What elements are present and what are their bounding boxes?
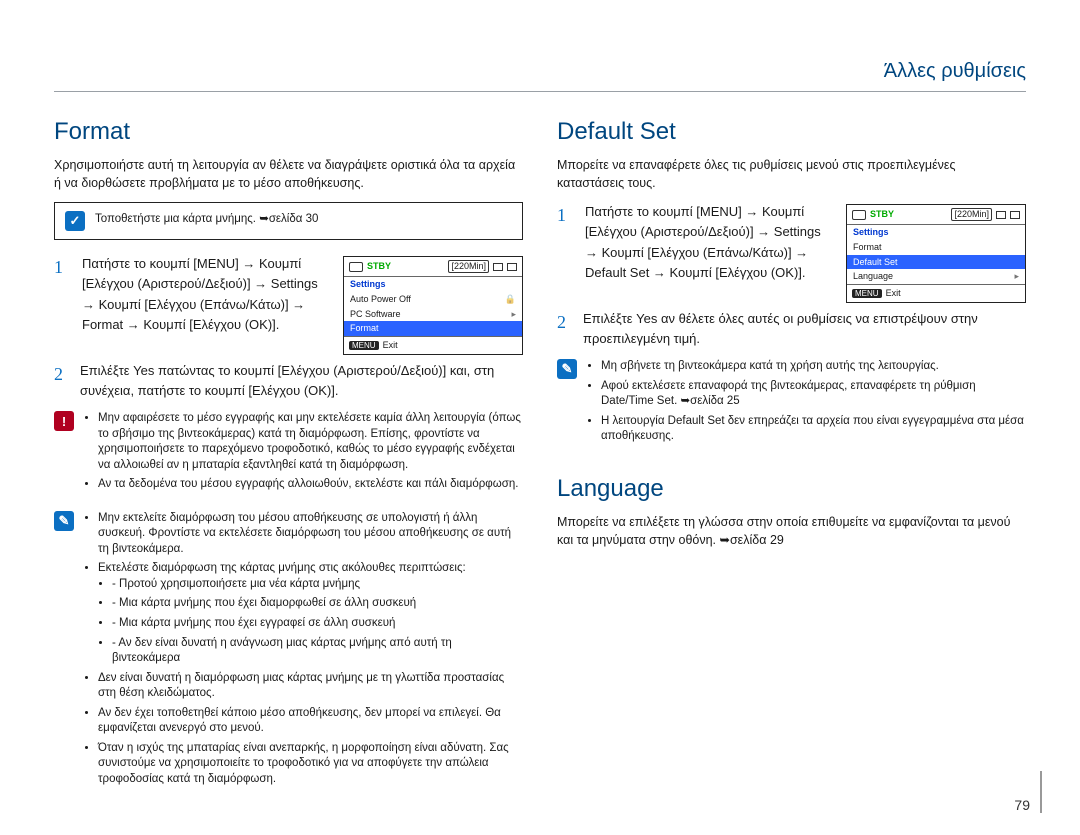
info-subitem: Μια κάρτα μνήμης που έχει διαμορφωθεί σε… [112,596,523,612]
language-intro: Μπορείτε να επιλέξετε τη γλώσσα στην οπο… [557,513,1026,549]
lock-icon: 🔒 [505,294,516,305]
stby-label: STBY [367,261,391,272]
lcd-row-2-selected: Format [344,321,522,336]
warning-icon: ! [54,411,74,431]
page-number: 79 [1014,771,1042,813]
card-icon [493,263,503,271]
insert-card-text: Τοποθετήστε μια κάρτα μνήμης. ➥σελίδα 30 [95,211,318,225]
format-warning: ! Μην αφαιρέσετε το μέσο εγγραφής και μη… [54,411,523,497]
format-step1: Πατήστε το κουμπί [MENU] → Κουμπί [Ελέγχ… [82,254,331,335]
lcd-header: Settings [344,277,522,292]
step-number-1: 1 [54,254,70,282]
mode-icon [852,210,866,220]
warn-item: Μην αφαιρέσετε το μέσο εγγραφής και μην … [98,411,523,473]
rec-time: [220Min] [951,208,992,221]
info-item: Αν δεν έχει τοποθετηθεί κάποιο μέσο αποθ… [98,706,523,737]
info-item: Όταν η ισχύς της μπαταρίας είναι ανεπαρκ… [98,741,523,788]
lcd-header: Settings [847,225,1025,240]
chevron-right-icon: ▸ [1014,271,1019,282]
info-icon: ✎ [54,511,74,531]
lcd-row-0: Format [847,240,1025,255]
format-step2: Επιλέξτε Yes πατώντας το κουμπί [Ελέγχου… [80,361,523,401]
exit-label: Exit [383,340,398,351]
step-number-2: 2 [54,361,70,401]
language-heading: Language [557,475,1026,503]
info-item: Μη σβήνετε τη βιντεοκάμερα κατά τη χρήση… [601,359,1026,375]
info-item: Δεν είναι δυνατή η διαμόρφωση μιας κάρτα… [98,671,523,702]
battery-icon [1010,211,1020,219]
defaultset-step2: Επιλέξτε Yes αν θέλετε όλες αυτές οι ρυθ… [583,309,1026,349]
defaultset-step1: Πατήστε το κουμπί [MENU] → Κουμπί [Ελέγχ… [585,202,834,283]
menu-button-label: MENU [349,341,379,351]
lcd-row-1: PC Software▸ [344,307,522,322]
format-intro: Χρησιμοποιήστε αυτή τη λειτουργία αν θέλ… [54,156,523,192]
info-item: Μην εκτελείτε διαμόρφωση του μέσου αποθή… [98,511,523,558]
lcd-row-1-selected: Default Set [847,255,1025,270]
defaultset-heading: Default Set [557,118,1026,146]
info-subitem: Προτού χρησιμοποιήσετε μια νέα κάρτα μνή… [112,577,523,593]
lcd-defaultset: STBY [220Min] Settings Format Default Se… [846,204,1026,303]
exit-label: Exit [886,288,901,299]
stby-label: STBY [870,209,894,220]
lcd-format: STBY [220Min] Settings Auto Power Off🔒 P… [343,256,523,355]
battery-icon [507,263,517,271]
rec-time: [220Min] [448,260,489,273]
defaultset-intro: Μπορείτε να επαναφέρετε όλες τις ρυθμίσε… [557,156,1026,192]
note-icon: ✓ [65,211,85,231]
card-icon [996,211,1006,219]
defaultset-info: ✎ Μη σβήνετε τη βιντεοκάμερα κατά τη χρή… [557,359,1026,449]
lcd-row-2: Language▸ [847,269,1025,284]
running-head: Άλλες ρυθμίσεις [54,60,1026,92]
menu-button-label: MENU [852,289,882,299]
info-item: Εκτελέστε διαμόρφωση της κάρτας μνήμης σ… [98,561,523,666]
step-number-2: 2 [557,309,573,349]
insert-card-note: ✓ Τοποθετήστε μια κάρτα μνήμης. ➥σελίδα … [54,202,523,240]
info-subitem: Μια κάρτα μνήμης που έχει εγγραφεί σε άλ… [112,616,523,632]
lcd-row-0: Auto Power Off🔒 [344,292,522,307]
info-icon: ✎ [557,359,577,379]
step-number-1: 1 [557,202,573,230]
warn-item: Αν τα δεδομένα του μέσου εγγραφής αλλοιω… [98,477,523,493]
format-heading: Format [54,118,523,146]
chevron-right-icon: ▸ [511,309,516,320]
format-info: ✎ Μην εκτελείτε διαμόρφωση του μέσου απο… [54,511,523,791]
mode-icon [349,262,363,272]
info-item: Αφού εκτελέσετε επαναφορά της βιντεοκάμε… [601,379,1026,410]
info-subitem: Αν δεν είναι δυνατή η ανάγνωση μιας κάρτ… [112,636,523,667]
info-item: Η λειτουργία Default Set δεν επηρεάζει τ… [601,414,1026,445]
